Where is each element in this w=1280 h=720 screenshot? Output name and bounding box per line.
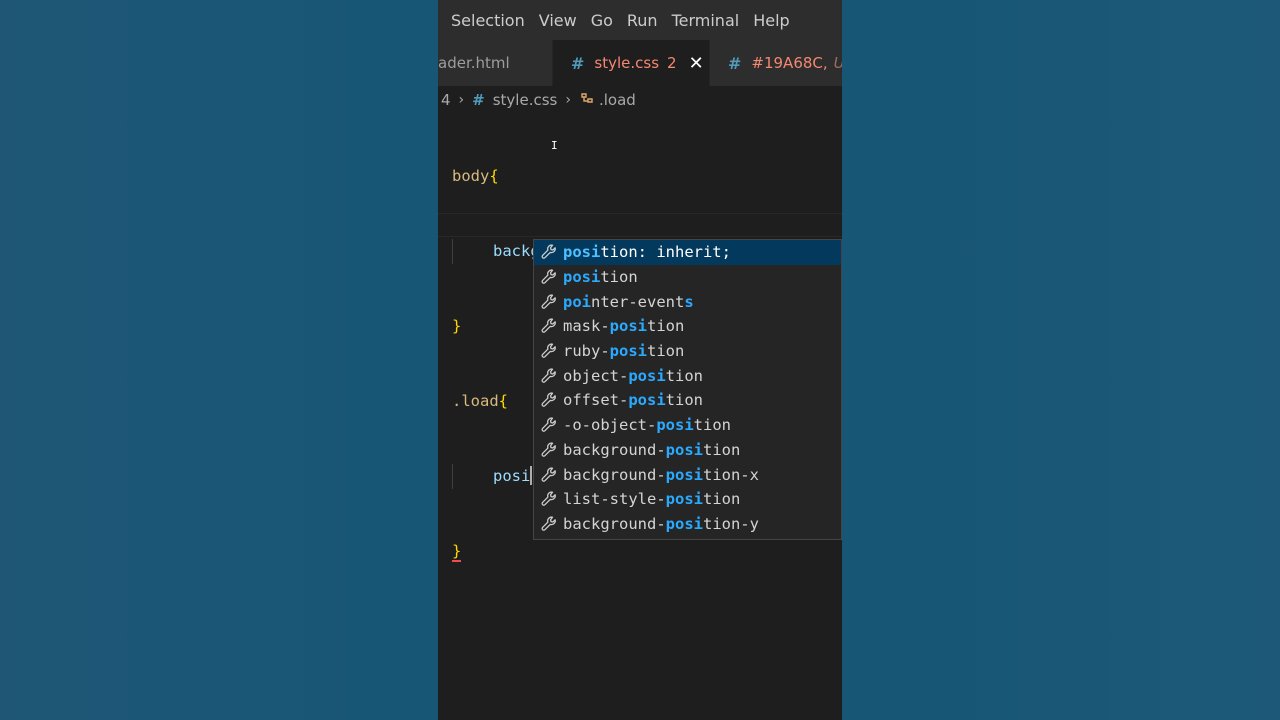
menu-bar: Selection View Go Run Terminal Help [438,0,842,40]
breadcrumb-segment[interactable]: 4 [441,91,451,109]
css-file-icon: # [571,53,585,73]
suggestion-item[interactable]: list-style-posi tion [534,487,841,512]
menu-go[interactable]: Go [591,11,613,30]
suggestion-match: posi [665,465,703,484]
wrench-icon [538,466,560,484]
suggestion-item[interactable]: poi nter-event s [534,289,841,314]
suggestion-rest: nter-event [591,292,685,311]
suggestion-item[interactable]: mask-posi tion [534,314,841,339]
suggestion-match: posi [665,514,703,533]
suggestion-rest: tion [665,366,703,385]
breadcrumb-symbol[interactable]: .load [599,91,636,109]
wrench-icon [538,342,560,360]
menu-run[interactable]: Run [627,11,658,30]
suggestion-match: posi [563,268,601,287]
close-tab-icon[interactable]: ✕ [689,53,704,74]
wrench-icon [538,243,560,261]
wrench-icon [538,367,560,385]
suggestion-match: posi [665,490,703,509]
suggestion-rest: tion [702,440,741,459]
symbol-class-icon [579,90,595,110]
suggestion-item[interactable]: posi tion [534,265,841,290]
css-file-icon: # [728,53,742,73]
tab-style-css[interactable]: # style.css 2 ✕ [553,40,709,86]
suggestion-prefix: offset- [563,391,629,410]
chevron-right-icon: › [565,92,571,108]
suggestion-match: posi [563,243,601,262]
css-file-icon: # [472,91,485,109]
breadcrumb: 4 › # style.css › .load [438,86,842,114]
suggestion-rest: tion [665,391,703,410]
suggestion-prefix: mask- [563,317,610,336]
suggestion-rest: tion [702,490,741,509]
tab-color-file[interactable]: # #19A68C, Ur [710,40,842,86]
wrench-icon [538,268,560,286]
suggestion-rest: tion [600,268,638,287]
suggestion-match: posi [665,440,703,459]
suggestion-item[interactable]: ruby-posi tion [534,339,841,364]
menu-help[interactable]: Help [753,11,789,30]
suggestion-prefix: ruby- [563,342,610,361]
suggestion-rest: tion [693,416,731,435]
menu-view[interactable]: View [539,11,577,30]
suggestion-prefix: object- [563,366,629,385]
breadcrumb-file[interactable]: style.css [493,91,558,109]
suggestion-prefix: background- [563,514,666,533]
code-line: } [452,542,462,562]
suggestion-item[interactable]: background-posi tion-x [534,462,841,487]
suggestion-item[interactable]: offset-posi tion [534,388,841,413]
suggestion-match: posi [609,317,647,336]
suggestion-prefix: background- [563,440,666,459]
wrench-icon [538,391,560,409]
wrench-icon [538,317,560,335]
suggestion-item[interactable]: posi tion: inherit; [534,240,841,265]
menu-selection[interactable]: Selection [451,11,525,30]
suggestion-prefix: background- [563,465,666,484]
suggestion-item[interactable]: object-posi tion [534,363,841,388]
indent-guide [452,239,493,264]
suggestion-item[interactable]: background-posi tion-y [534,512,841,537]
tab-suffix: Ur [834,54,842,72]
wrench-icon [538,515,560,533]
autocomplete-suggestions: posi tion: inherit; posi tion poi nter-event s… [533,239,842,540]
tab-loader-html[interactable]: ader.html [438,40,552,86]
code-line: body{ [452,167,499,185]
suggestion-rest: tion [647,317,685,336]
problem-count-badge: 2 [667,54,677,72]
wrench-icon [538,490,560,508]
menu-terminal[interactable]: Terminal [672,11,740,30]
indent-guide [452,464,493,489]
suggestion-item[interactable]: background-posi tion [534,438,841,463]
current-line-highlight [438,213,842,237]
suggestion-rest: tion-x [702,465,759,484]
suggestion-rest: tion [647,342,685,361]
suggestion-match: posi [628,391,666,410]
wrench-icon [538,416,560,434]
suggestion-rest: tion: inherit; [600,243,731,262]
chevron-right-icon: › [458,92,465,108]
suggestion-match: posi [609,342,647,361]
suggestion-match: s [684,292,694,311]
wrench-icon [538,293,560,311]
tab-label: ader.html [438,54,510,72]
tab-label: #19A68C, [751,54,828,72]
tab-label: style.css [594,54,660,72]
suggestion-item[interactable]: -o-object-posi tion [534,413,841,438]
suggestion-prefix: -o-object- [563,416,657,435]
suggestion-prefix: list-style- [563,490,666,509]
suggestion-rest: tion-y [702,514,759,533]
suggestion-match: poi [563,292,591,311]
suggestion-match: posi [656,416,694,435]
wrench-icon [538,441,560,459]
suggestion-match: posi [628,366,666,385]
mouse-ibeam-cursor-icon: I [551,139,558,152]
tab-bar: ader.html # style.css 2 ✕ # #19A68C, Ur [438,40,842,86]
